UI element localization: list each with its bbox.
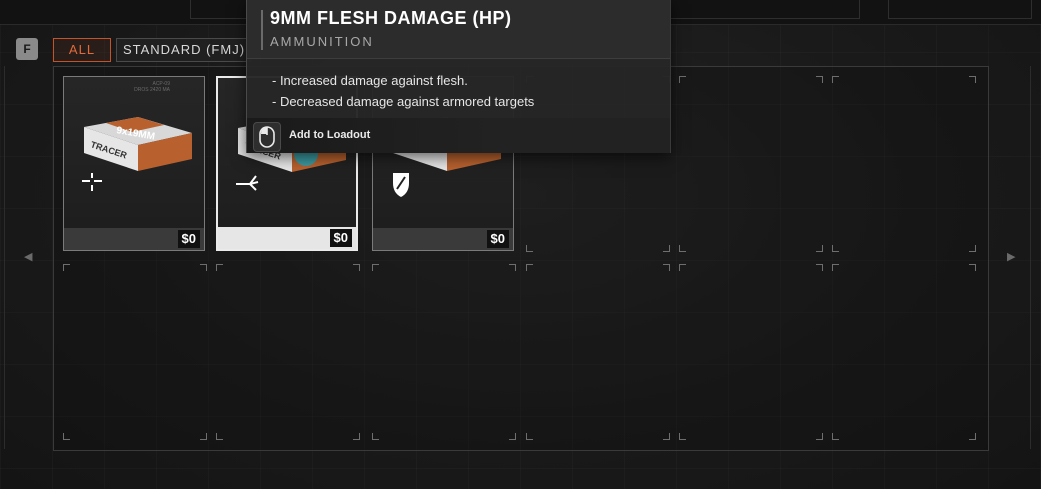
item-price: $0: [177, 230, 200, 248]
top-frame-segment-right: [888, 0, 1032, 19]
flesh-damage-perk-icon: [236, 175, 259, 191]
empty-slot[interactable]: [679, 264, 823, 440]
tooltip-action-bar[interactable]: Add to Loadout: [247, 118, 670, 153]
mouse-left-click-icon: [253, 122, 281, 152]
item-price: $0: [329, 229, 352, 247]
prev-page-arrow-icon[interactable]: ◀: [24, 250, 32, 263]
tooltip-desc-line: - Increased damage against flesh.: [272, 73, 468, 88]
tooltip-accent-bar: [261, 10, 263, 50]
next-page-arrow-icon[interactable]: ▶: [1007, 250, 1015, 263]
screen: F ALL STANDARD (FMJ) ◀ ▶ ACP-09 DROS 242…: [0, 0, 1041, 489]
empty-slot[interactable]: [832, 76, 976, 252]
tooltip-header: 9MM FLESH DAMAGE (HP) AMMUNITION: [247, 0, 670, 59]
item-price: $0: [486, 230, 509, 248]
empty-slot[interactable]: [372, 264, 516, 440]
empty-slot[interactable]: [526, 264, 670, 440]
filter-key-hint[interactable]: F: [16, 38, 38, 60]
item-tooltip: 9MM FLESH DAMAGE (HP) AMMUNITION - Incre…: [246, 0, 671, 153]
add-to-loadout-label[interactable]: Add to Loadout: [289, 129, 370, 141]
ammo-card-tracer[interactable]: ACP-09 DROS 2420 MA 9x19MM TRACER $0: [63, 76, 205, 251]
empty-slot[interactable]: [63, 264, 207, 440]
tab-standard-fmj[interactable]: STANDARD (FMJ): [116, 38, 252, 62]
tooltip-desc-line: - Decreased damage against armored targe…: [272, 94, 535, 109]
tooltip-title: 9MM FLESH DAMAGE (HP): [270, 8, 512, 28]
tracer-perk-icon: [82, 173, 102, 191]
empty-slot[interactable]: [832, 264, 976, 440]
card-fine-print: ACP-09 DROS 2420 MA: [134, 81, 170, 93]
tooltip-subtitle: AMMUNITION: [270, 34, 374, 49]
empty-slot[interactable]: [679, 76, 823, 252]
left-side-divider: [4, 66, 5, 449]
empty-slot[interactable]: [216, 264, 360, 440]
ammo-box-icon: 9x19MM TRACER: [84, 117, 192, 171]
right-side-divider: [1030, 66, 1031, 449]
tooltip-description: - Increased damage against flesh. - Decr…: [272, 70, 534, 112]
tab-all[interactable]: ALL: [53, 38, 111, 62]
armor-shield-icon: [393, 173, 409, 197]
